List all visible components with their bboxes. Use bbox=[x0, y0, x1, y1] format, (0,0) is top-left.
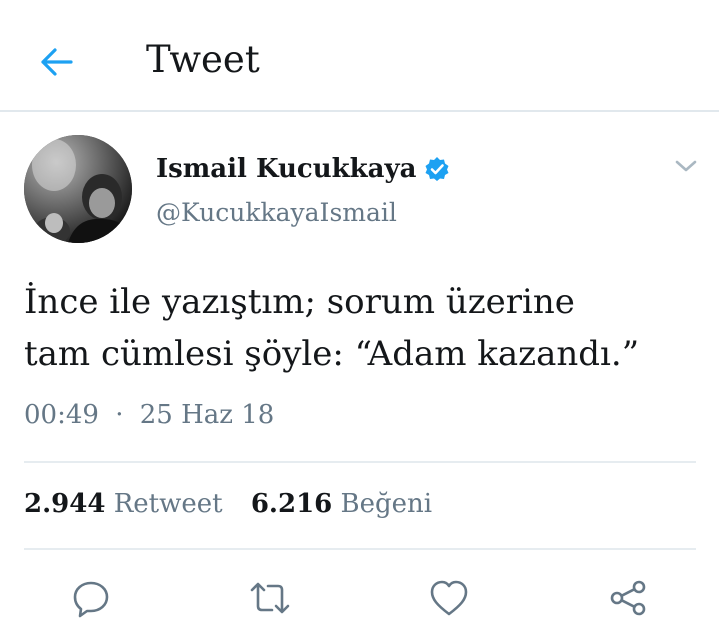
tweet-time: 00:49 bbox=[24, 400, 99, 430]
like-stat[interactable]: 6.216 Beğeni bbox=[251, 489, 432, 519]
author-name[interactable]: Ismail Kucukkaya bbox=[156, 152, 416, 186]
tweet-menu-button[interactable] bbox=[672, 152, 700, 180]
retweet-stat[interactable]: 2.944 Retweet bbox=[24, 489, 231, 519]
divider bbox=[24, 461, 696, 463]
arrow-left-icon bbox=[41, 48, 73, 76]
tweet-date: 25 Haz 18 bbox=[139, 400, 275, 430]
chevron-down-icon bbox=[675, 160, 697, 172]
avatar[interactable] bbox=[24, 135, 132, 243]
like-count: 6.216 bbox=[250, 489, 333, 519]
like-button[interactable] bbox=[427, 576, 471, 620]
avatar-photo bbox=[24, 135, 132, 243]
reply-button[interactable] bbox=[69, 576, 113, 620]
author-name-row: Ismail Kucukkaya bbox=[156, 152, 450, 186]
retweet-label: Retweet bbox=[113, 489, 223, 519]
verified-badge-icon bbox=[425, 157, 449, 181]
meta-separator: · bbox=[115, 400, 124, 430]
share-button[interactable] bbox=[606, 576, 650, 620]
tweet-text-line: İnce ile yazıştım; sorum üzerine bbox=[24, 282, 575, 322]
tweet-timestamp: 00:49 · 25 Haz 18 bbox=[24, 398, 274, 432]
reply-icon bbox=[73, 581, 109, 618]
like-heart-icon bbox=[430, 580, 468, 616]
tweet-text-line: tam cümlesi şöyle: “Adam kazandı.” bbox=[24, 334, 640, 374]
retweet-icon bbox=[250, 582, 290, 614]
top-bar: Tweet bbox=[0, 0, 719, 112]
retweet-button[interactable] bbox=[248, 576, 292, 620]
author-handle[interactable]: @KucukkayaIsmail bbox=[156, 196, 397, 230]
page-title: Tweet bbox=[146, 38, 260, 81]
back-button[interactable] bbox=[36, 42, 76, 82]
tweet-stats: 2.944 Retweet 6.216 Beğeni bbox=[24, 487, 432, 521]
share-icon bbox=[610, 580, 646, 616]
tweet-text: İnce ile yazıştım; sorum üzerine tam cüm… bbox=[24, 276, 694, 380]
retweet-count: 2.944 bbox=[24, 489, 106, 519]
like-label: Beğeni bbox=[340, 489, 433, 519]
divider bbox=[24, 548, 696, 550]
